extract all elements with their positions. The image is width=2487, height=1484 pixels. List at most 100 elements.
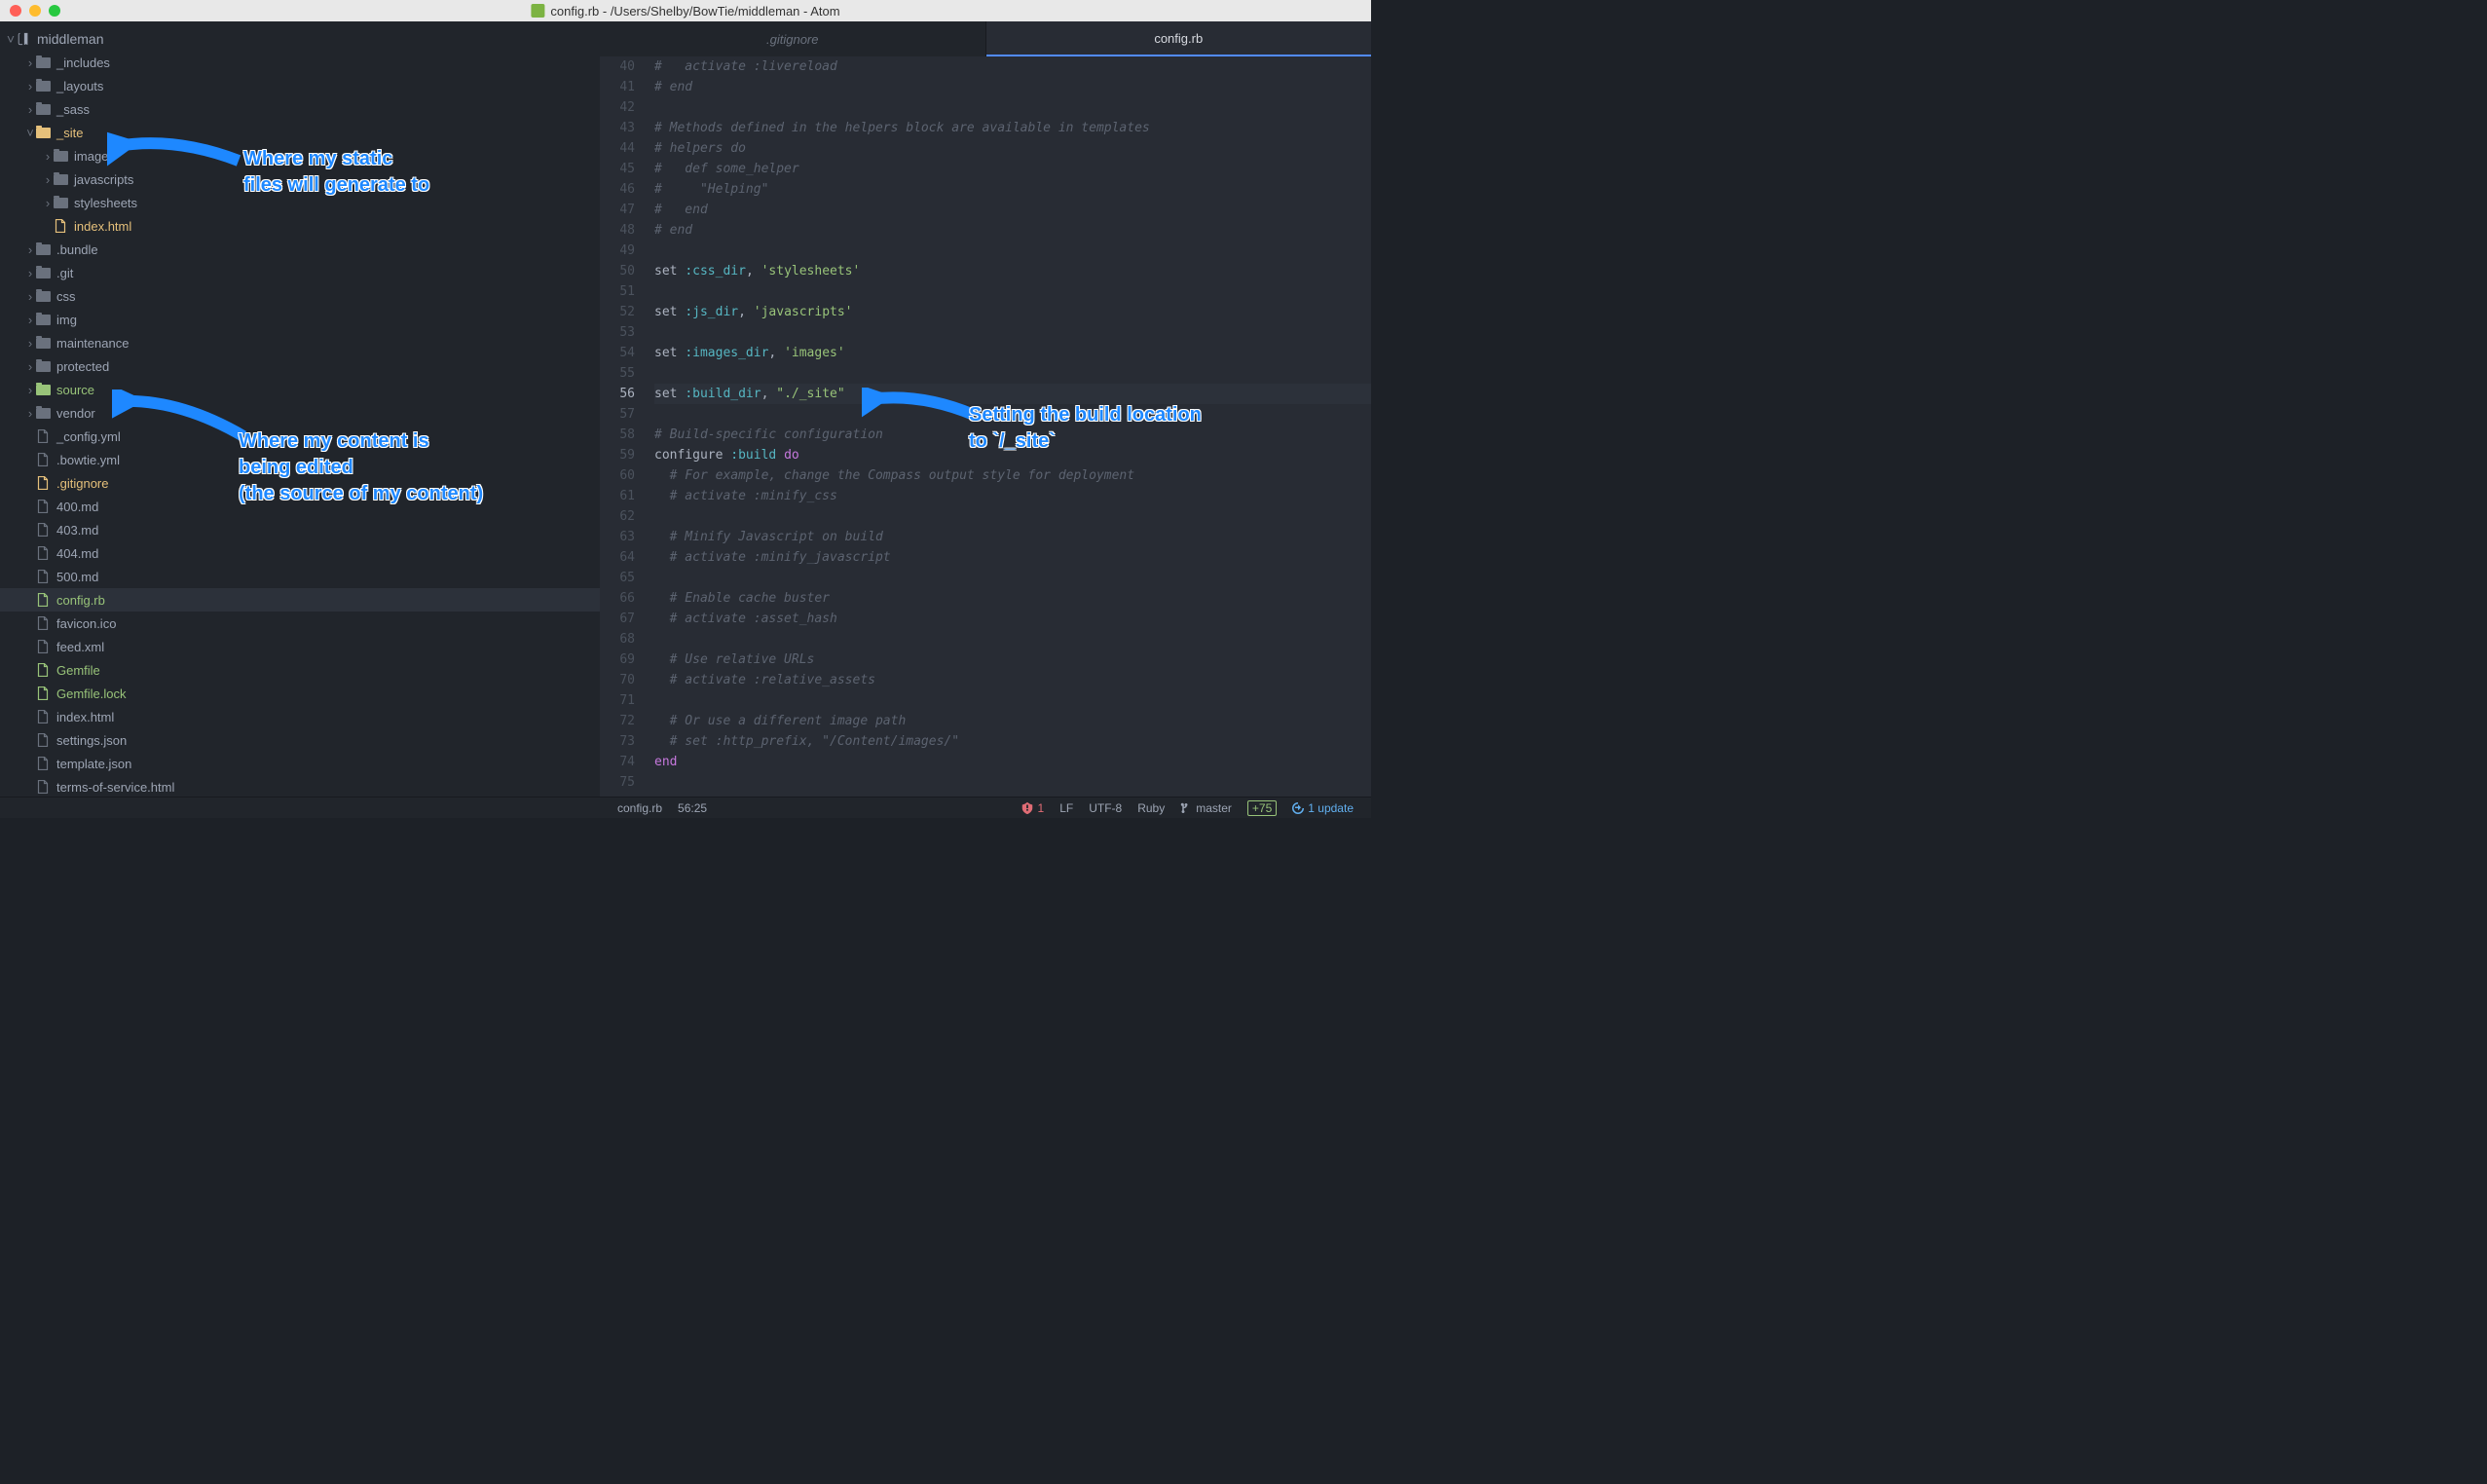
status-branch[interactable]: master xyxy=(1172,801,1240,815)
chevron-down-icon[interactable]: ˅ xyxy=(25,126,35,140)
zoom-window-button[interactable] xyxy=(49,5,60,17)
tree-folder[interactable]: ›javascripts xyxy=(0,167,600,191)
code-line[interactable] xyxy=(654,404,1371,425)
chevron-right-icon[interactable]: › xyxy=(25,102,35,117)
code-line[interactable]: # activate :livereload xyxy=(654,56,1371,77)
tree-file[interactable]: config.rb xyxy=(0,588,600,612)
chevron-right-icon[interactable]: › xyxy=(25,79,35,93)
tree-folder[interactable]: ›_includes xyxy=(0,51,600,74)
chevron-right-icon[interactable]: › xyxy=(25,383,35,397)
tree-file[interactable]: favicon.ico xyxy=(0,612,600,635)
tree-folder[interactable]: ›source xyxy=(0,378,600,401)
code-line[interactable]: # activate :minify_css xyxy=(654,486,1371,506)
code-line[interactable]: # Or use a different image path xyxy=(654,711,1371,731)
code-line[interactable] xyxy=(654,568,1371,588)
code-line[interactable]: configure :build do xyxy=(654,445,1371,465)
code-line[interactable]: # activate :relative_assets xyxy=(654,670,1371,690)
code-line[interactable]: # Enable cache buster xyxy=(654,588,1371,609)
tree-folder[interactable]: ›.git xyxy=(0,261,600,284)
chevron-right-icon[interactable]: › xyxy=(25,266,35,280)
status-cursor[interactable]: 56:25 xyxy=(670,801,715,815)
tree-file[interactable]: template.json xyxy=(0,752,600,775)
chevron-right-icon[interactable]: › xyxy=(25,289,35,304)
chevron-right-icon[interactable]: › xyxy=(25,336,35,351)
close-window-button[interactable] xyxy=(10,5,21,17)
code-line[interactable]: # def some_helper xyxy=(654,159,1371,179)
status-encoding[interactable]: UTF-8 xyxy=(1081,801,1130,815)
tree-file[interactable]: .bowtie.yml xyxy=(0,448,600,471)
code-line[interactable]: set :images_dir, 'images' xyxy=(654,343,1371,363)
chevron-right-icon[interactable]: › xyxy=(25,313,35,327)
tree-file[interactable]: feed.xml xyxy=(0,635,600,658)
chevron-right-icon[interactable]: › xyxy=(25,406,35,421)
code-line[interactable]: # activate :asset_hash xyxy=(654,609,1371,629)
tree-file[interactable]: index.html xyxy=(0,214,600,238)
code-line[interactable]: # set :http_prefix, "/Content/images/" xyxy=(654,731,1371,752)
tree-folder[interactable]: ›_sass xyxy=(0,97,600,121)
minimize-window-button[interactable] xyxy=(29,5,41,17)
code-line[interactable]: # end xyxy=(654,200,1371,220)
code-line[interactable] xyxy=(654,241,1371,261)
chevron-right-icon[interactable]: › xyxy=(43,196,53,210)
code-line[interactable]: # helpers do xyxy=(654,138,1371,159)
status-line-ending[interactable]: LF xyxy=(1052,801,1081,815)
chevron-down-icon[interactable]: ˅ xyxy=(6,31,16,47)
code-line[interactable]: set :build_dir, "./_site" xyxy=(654,384,1371,404)
code-line[interactable] xyxy=(654,363,1371,384)
chevron-right-icon[interactable]: › xyxy=(25,56,35,70)
status-diagnostics[interactable]: 1 xyxy=(1013,801,1053,815)
tree-file[interactable]: terms-of-service.html xyxy=(0,775,600,797)
tree-folder[interactable]: ›img xyxy=(0,308,600,331)
chevron-right-icon[interactable]: › xyxy=(43,149,53,164)
tree-file[interactable]: 404.md xyxy=(0,541,600,565)
code-line[interactable] xyxy=(654,506,1371,527)
tree-folder[interactable]: ›images xyxy=(0,144,600,167)
tree-folder[interactable]: ›vendor xyxy=(0,401,600,425)
file-tree-sidebar[interactable]: ˅ middleman ›_includes›_layouts›_sass˅_s… xyxy=(0,21,600,797)
code-line[interactable] xyxy=(654,281,1371,302)
code-editor[interactable]: 4041424344454647484950515253545556575859… xyxy=(600,56,1371,797)
chevron-right-icon[interactable]: › xyxy=(25,242,35,257)
code-line[interactable]: # Use relative URLs xyxy=(654,649,1371,670)
code-line[interactable]: # Build-specific configuration xyxy=(654,425,1371,445)
tree-file[interactable]: Gemfile xyxy=(0,658,600,682)
tree-file[interactable]: index.html xyxy=(0,705,600,728)
code-line[interactable]: # "Helping" xyxy=(654,179,1371,200)
code-line[interactable]: # activate :minify_javascript xyxy=(654,547,1371,568)
code-line[interactable]: set :js_dir, 'javascripts' xyxy=(654,302,1371,322)
code-line[interactable]: end xyxy=(654,752,1371,772)
code-line[interactable] xyxy=(654,629,1371,649)
code-line[interactable]: # Minify Javascript on build xyxy=(654,527,1371,547)
code-line[interactable]: # For example, change the Compass output… xyxy=(654,465,1371,486)
code-line[interactable] xyxy=(654,97,1371,118)
code-line[interactable] xyxy=(654,322,1371,343)
tree-file[interactable]: settings.json xyxy=(0,728,600,752)
tree-file[interactable]: .gitignore xyxy=(0,471,600,495)
tree-root[interactable]: ˅ middleman xyxy=(0,27,600,51)
status-updates[interactable]: 1 update xyxy=(1284,801,1361,815)
tree-folder[interactable]: ›css xyxy=(0,284,600,308)
editor-tab[interactable]: .gitignore xyxy=(600,21,986,56)
tree-folder[interactable]: ›_layouts xyxy=(0,74,600,97)
code-line[interactable]: # end xyxy=(654,77,1371,97)
tree-file[interactable]: 403.md xyxy=(0,518,600,541)
code-view[interactable]: # activate :livereload# end # Methods de… xyxy=(643,56,1371,797)
code-line[interactable] xyxy=(654,690,1371,711)
code-line[interactable]: set :css_dir, 'stylesheets' xyxy=(654,261,1371,281)
tree-folder[interactable]: ›protected xyxy=(0,354,600,378)
status-diff[interactable]: +75 xyxy=(1240,800,1284,816)
tree-file[interactable]: 500.md xyxy=(0,565,600,588)
tree-file[interactable]: Gemfile.lock xyxy=(0,682,600,705)
status-file[interactable]: config.rb xyxy=(610,801,670,815)
tree-file[interactable]: 400.md xyxy=(0,495,600,518)
tree-folder[interactable]: ˅_site xyxy=(0,121,600,144)
tree-folder[interactable]: ›maintenance xyxy=(0,331,600,354)
code-line[interactable] xyxy=(654,772,1371,793)
code-line[interactable]: # end xyxy=(654,220,1371,241)
tree-folder[interactable]: ›stylesheets xyxy=(0,191,600,214)
tree-folder[interactable]: ›.bundle xyxy=(0,238,600,261)
tree-file[interactable]: _config.yml xyxy=(0,425,600,448)
editor-tab[interactable]: config.rb xyxy=(986,21,1372,56)
status-grammar[interactable]: Ruby xyxy=(1130,801,1172,815)
chevron-right-icon[interactable]: › xyxy=(43,172,53,187)
